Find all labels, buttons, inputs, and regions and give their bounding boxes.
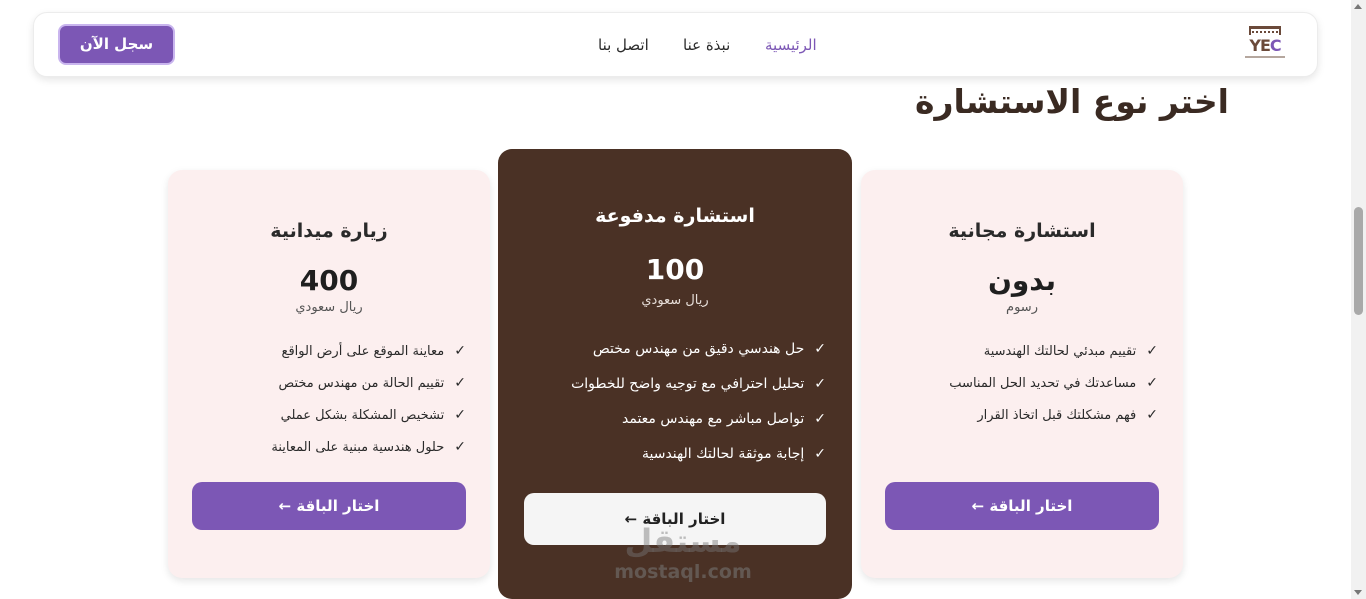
- plan-price: 100: [645, 253, 705, 286]
- check-icon: ✓: [454, 439, 466, 455]
- plan-price-unit: رسوم: [1006, 300, 1038, 315]
- feature-item: ✓حلول هندسية مبنية على المعاينة: [271, 439, 466, 455]
- check-icon: ✓: [454, 407, 466, 423]
- scroll-up-arrow-icon[interactable]: [1354, 4, 1362, 9]
- scrollbar-thumb[interactable]: [1354, 207, 1363, 315]
- check-icon: ✓: [814, 376, 826, 392]
- plan-card-paid: استشارة مدفوعة 100 ريال سعودي ✓حل هندسي …: [498, 149, 852, 599]
- feature-item: ✓فهم مشكلتك قبل اتخاذ القرار: [977, 407, 1158, 423]
- logo-tagline-line: [1245, 56, 1285, 58]
- feature-item: ✓إجابة موثقة لحالتك الهندسية: [641, 446, 826, 462]
- scroll-down-arrow-icon[interactable]: [1354, 590, 1362, 595]
- check-icon: ✓: [1146, 375, 1158, 391]
- check-icon: ✓: [814, 446, 826, 462]
- plan-features: ✓حل هندسي دقيق من مهندس مختص ✓تحليل احتر…: [526, 341, 826, 471]
- feature-item: ✓تقييم الحالة من مهندس مختص: [278, 375, 466, 391]
- check-icon: ✓: [1146, 343, 1158, 359]
- plan-features: ✓معاينة الموقع على أرض الواقع ✓تقييم الح…: [186, 343, 466, 473]
- register-now-button[interactable]: سجل الآن: [58, 24, 175, 65]
- feature-item: ✓معاينة الموقع على أرض الواقع: [281, 343, 466, 359]
- choose-plan-button-free[interactable]: اختار الباقة ←: [885, 482, 1159, 530]
- feature-item: ✓تشخيص المشكلة بشكل عملي: [280, 407, 466, 423]
- feature-item: ✓تواصل مباشر مع مهندس معتمد: [622, 411, 826, 427]
- check-icon: ✓: [454, 343, 466, 359]
- logo-text: YEC: [1249, 36, 1281, 55]
- vertical-scrollbar[interactable]: [1351, 0, 1366, 599]
- navbar: YEC الرئيسية نبذة عنا اتصل بنا سجل الآن: [33, 12, 1318, 77]
- choose-plan-button-paid[interactable]: اختار الباقة ←: [524, 493, 826, 545]
- check-icon: ✓: [1146, 407, 1158, 423]
- plan-price: بدون: [988, 264, 1056, 297]
- nav-link-home[interactable]: الرئيسية: [765, 36, 817, 54]
- plan-price: 400: [299, 264, 359, 297]
- logo[interactable]: YEC: [1243, 25, 1287, 65]
- plan-price-unit: ريال سعودي: [295, 300, 363, 315]
- nav-link-about[interactable]: نبذة عنا: [683, 36, 730, 54]
- feature-item: ✓حل هندسي دقيق من مهندس مختص: [592, 341, 826, 357]
- plan-title: زيارة ميدانية: [270, 220, 388, 242]
- plan-title: استشارة مدفوعة: [595, 205, 755, 227]
- plan-card-free: استشارة مجانية بدون رسوم ✓تقييم مبدئي لح…: [861, 170, 1183, 578]
- plan-price-unit: ريال سعودي: [641, 293, 709, 308]
- page-heading: اختر نوع الاستشارة: [915, 82, 1229, 121]
- logo-ornament-icon: [1252, 31, 1278, 35]
- check-icon: ✓: [454, 375, 466, 391]
- nav-links: الرئيسية نبذة عنا اتصل بنا: [594, 36, 854, 56]
- feature-item: ✓تحليل احترافي مع توجيه واضح للخطوات: [571, 376, 826, 392]
- nav-link-contact[interactable]: اتصل بنا: [598, 36, 649, 54]
- feature-item: ✓تقييم مبدئي لحالتك الهندسية: [983, 343, 1158, 359]
- check-icon: ✓: [814, 411, 826, 427]
- plan-card-visit: زيارة ميدانية 400 ريال سعودي ✓معاينة الم…: [168, 170, 490, 578]
- check-icon: ✓: [814, 341, 826, 357]
- plan-features: ✓تقييم مبدئي لحالتك الهندسية ✓مساعدتك في…: [878, 343, 1158, 443]
- feature-item: ✓مساعدتك في تحديد الحل المناسب: [949, 375, 1158, 391]
- choose-plan-button-visit[interactable]: اختار الباقة ←: [192, 482, 466, 530]
- plan-title: استشارة مجانية: [948, 220, 1096, 242]
